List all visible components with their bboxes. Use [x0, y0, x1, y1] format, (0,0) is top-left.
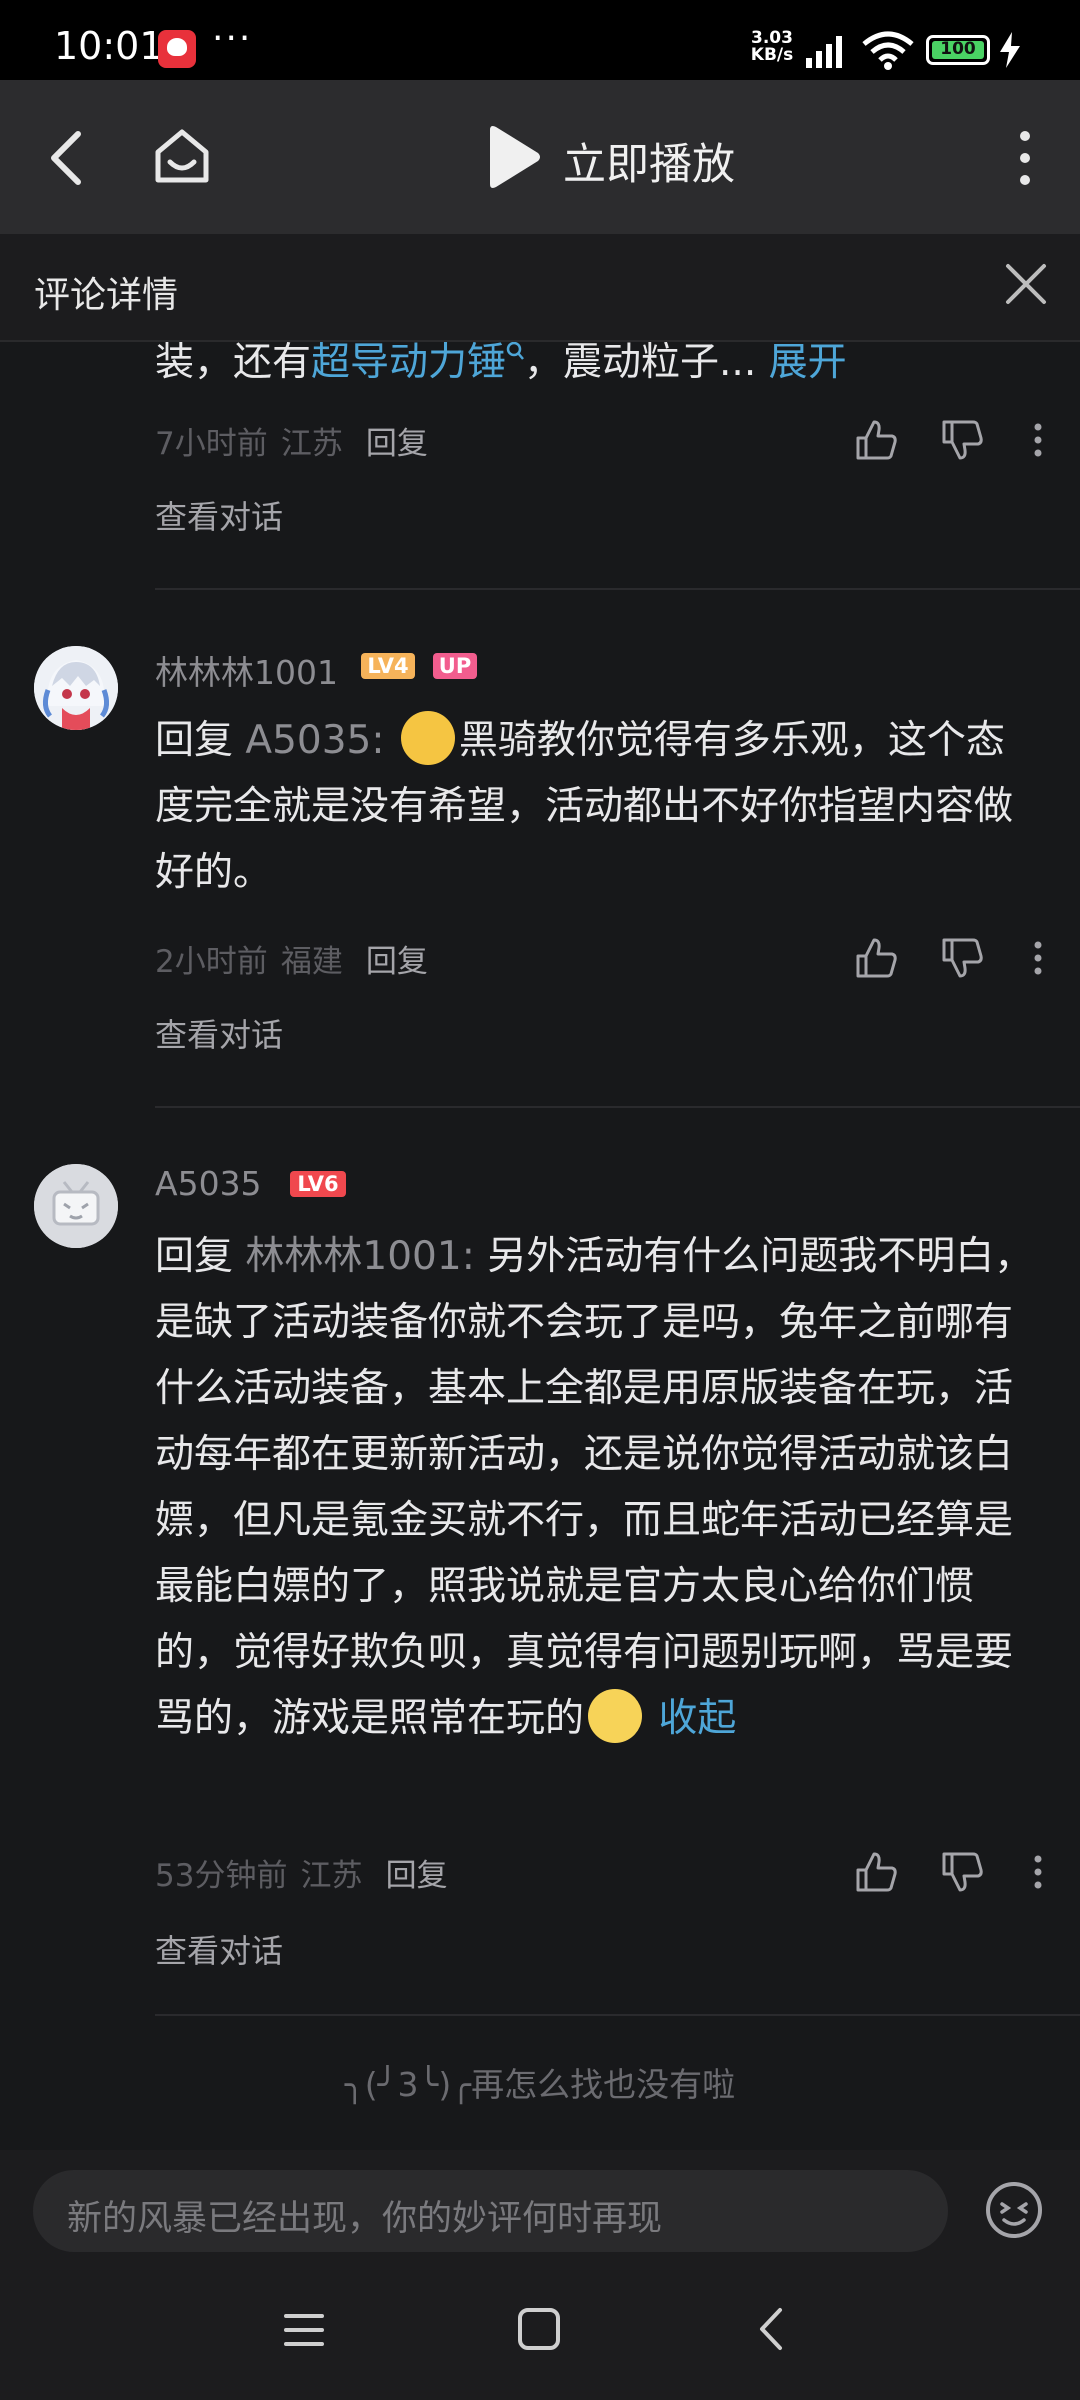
comment-location: 江苏 [280, 426, 343, 462]
divider [155, 588, 1080, 590]
comment-text: 另外活动有什么问题我不明白，是缺了活动装备你就不会玩了是吗，兔年之前哪有什么活动… [155, 1234, 1034, 1741]
reply-button[interactable]: 回复 [386, 1858, 448, 1894]
reply-prefix: 回复 [155, 718, 234, 763]
comment-meta: 53分钟前 江苏 回复 [155, 1850, 448, 1895]
view-conversation-link[interactable]: 查看对话 [155, 492, 283, 538]
mention-link[interactable]: A5035 [245, 718, 371, 763]
comment-time: 53分钟前 [155, 1858, 288, 1894]
search-icon [506, 342, 524, 360]
avatar[interactable] [34, 646, 118, 730]
comment-list: 装，还有超导动力锤 ，震动粒子... 展开 7小时前 江苏 回复 查看对话 林林… [0, 342, 1080, 2150]
more-vertical-icon[interactable] [1010, 128, 1040, 188]
wifi-icon [862, 31, 914, 70]
comment-time: 2小时前 [155, 944, 268, 980]
comment-input-bar: 新的风暴已经出现，你的妙评何时再现 [0, 2150, 1080, 2266]
level-badge: LV6 [290, 1171, 346, 1197]
status-bar: 10:01 ··· 3.03 KB/s 100 [0, 0, 1080, 80]
battery-level: 100 [940, 39, 976, 59]
end-of-list-note: ╮(╯3╰)╭再怎么找也没有啦 [344, 2065, 736, 2104]
username[interactable]: A5035 [155, 1164, 262, 1203]
username[interactable]: 林林林1001 [155, 646, 338, 694]
up-badge: UP [433, 653, 477, 679]
reply-button[interactable]: 回复 [366, 944, 428, 980]
signal-icon [806, 36, 842, 68]
comment-body: 装，还有超导动力锤 ，震动粒子... 展开 [155, 342, 1035, 396]
play-now-button[interactable]: 立即播放 [563, 130, 735, 192]
collapse-link[interactable]: 收起 [658, 1696, 736, 1741]
comment-time: 7小时前 [155, 426, 268, 462]
divider [155, 1106, 1080, 1108]
reply-button[interactable]: 回复 [366, 426, 428, 462]
dizzy-face-emoji-icon [588, 1689, 643, 1743]
comment-body: 回复 林林林1001: 另外活动有什么问题我不明白，是缺了活动装备你就不会玩了是… [155, 1224, 1035, 1752]
like-icon[interactable] [854, 936, 898, 980]
charging-icon [1000, 32, 1020, 68]
mention-colon: : [461, 1234, 475, 1279]
like-icon[interactable] [854, 1850, 898, 1894]
level-badge: LV4 [361, 653, 415, 679]
system-navigation-bar [0, 2266, 1080, 2400]
reply-prefix: 回复 [155, 1234, 234, 1279]
like-icon[interactable] [854, 418, 898, 462]
comment-detail-header: 评论详情 [0, 234, 1080, 342]
more-notifications-icon: ··· [212, 18, 253, 59]
comment-location: 江苏 [300, 1858, 363, 1894]
expand-link[interactable]: 展开 [769, 342, 847, 385]
mention-link[interactable]: 林林林1001 [245, 1234, 461, 1279]
divider [155, 2014, 1080, 2016]
comment-text: ，震动粒子... [524, 342, 757, 385]
dislike-icon[interactable] [940, 936, 984, 980]
facepalm-emoji-icon [400, 711, 455, 765]
network-speed: 3.03 KB/s [744, 30, 800, 64]
emoji-icon[interactable] [984, 2180, 1044, 2240]
home-icon[interactable] [150, 124, 214, 188]
view-conversation-link[interactable]: 查看对话 [155, 1926, 283, 1972]
play-icon[interactable] [482, 124, 542, 190]
panel-title: 评论详情 [34, 275, 179, 316]
comment-input-placeholder: 新的风暴已经出现，你的妙评何时再现 [67, 2199, 663, 2239]
comment-location: 福建 [280, 944, 343, 980]
dislike-icon[interactable] [940, 418, 984, 462]
recent-apps-icon[interactable] [284, 2310, 324, 2350]
dislike-icon[interactable] [940, 1850, 984, 1894]
app-bar: 立即播放 [0, 80, 1080, 234]
comment-more-icon[interactable] [1026, 936, 1050, 980]
network-speed-unit: KB/s [750, 45, 794, 65]
comment-input[interactable]: 新的风暴已经出现，你的妙评何时再现 [33, 2170, 948, 2252]
view-conversation-link[interactable]: 查看对话 [155, 1010, 283, 1056]
mention-colon: : [371, 718, 385, 763]
comment-meta: 7小时前 江苏 回复 [155, 418, 428, 463]
comment-text: 装，还有 [155, 342, 312, 385]
home-nav-icon[interactable] [516, 2306, 562, 2352]
app-notification-icon [158, 30, 196, 68]
comment-more-icon[interactable] [1026, 1850, 1050, 1894]
comment-more-icon[interactable] [1026, 418, 1050, 462]
comment-meta: 2小时前 福建 回复 [155, 936, 428, 981]
keyword-link[interactable]: 超导动力锤 [311, 342, 506, 385]
close-icon[interactable] [1004, 262, 1048, 306]
battery-icon: 100 [926, 35, 990, 65]
status-time: 10:01 [54, 24, 164, 68]
comment-body: 回复 A5035: 黑骑教你觉得有多乐观，这个态度完全就是没有希望，活动都出不好… [155, 708, 1035, 906]
back-nav-icon[interactable] [752, 2306, 792, 2352]
avatar[interactable] [34, 1164, 118, 1248]
back-icon[interactable] [42, 128, 98, 188]
